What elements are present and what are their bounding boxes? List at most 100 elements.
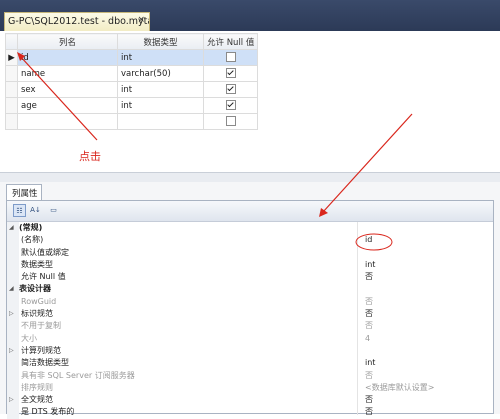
allow-null-checkbox[interactable]	[225, 116, 236, 127]
allow-null-checkbox[interactable]	[225, 100, 236, 111]
property-gutter	[7, 295, 19, 309]
property-name: 是 DTS 发布的	[21, 407, 75, 417]
property-gutter	[7, 320, 19, 333]
row-selector[interactable]: ▶	[5, 49, 18, 66]
allow-null-checkbox[interactable]	[225, 52, 236, 63]
cell-allow-null[interactable]	[203, 113, 258, 130]
property-row[interactable]: 是 DTS 发布的 否	[7, 406, 493, 419]
cell-data-type[interactable]	[117, 113, 204, 130]
alphabetical-icon[interactable]: A↓	[29, 204, 42, 217]
row-pointer-icon: ▶	[8, 52, 15, 63]
row-selector[interactable]	[5, 113, 18, 130]
property-name: 具有非 SQL Server 订阅服务器	[21, 370, 135, 380]
table-row[interactable]: name varchar(50)	[5, 65, 258, 82]
cell-allow-null[interactable]	[203, 49, 258, 66]
collapse-icon[interactable]: ◢	[9, 283, 14, 295]
property-value[interactable]: 否	[365, 394, 373, 406]
property-value[interactable]: 否	[365, 271, 373, 283]
property-name: RowGuid	[21, 296, 57, 306]
column-header-type: 数据类型	[117, 33, 204, 50]
cell-column-name[interactable]: id	[17, 49, 118, 66]
expand-icon[interactable]: ▷	[9, 345, 14, 357]
property-row[interactable]: ▷ 计算列规范	[7, 344, 493, 358]
property-value[interactable]: id	[365, 234, 372, 246]
categorized-icon[interactable]: ☷	[13, 204, 26, 217]
row-selector[interactable]	[5, 65, 18, 82]
columns-grid: 列名 数据类型 允许 Null 值 ▶ id int name varchar(…	[5, 33, 258, 130]
property-category[interactable]: ◢ 表设计器	[7, 283, 493, 296]
cell-column-name[interactable]	[17, 113, 118, 130]
property-name: 排序规则	[21, 382, 53, 392]
cell-allow-null[interactable]	[203, 65, 258, 82]
table-row[interactable]: sex int	[5, 81, 258, 98]
property-row[interactable]: 大小 4	[7, 332, 493, 345]
table-row[interactable]: ▶ id int	[5, 49, 258, 66]
property-row[interactable]: ▷ 全文规范 否	[7, 394, 493, 407]
property-row[interactable]: 允许 Null 值 否	[7, 271, 493, 284]
property-gutter	[7, 381, 19, 395]
annotation-click-label: 点击	[79, 150, 101, 163]
cell-allow-null[interactable]	[203, 81, 258, 98]
property-row[interactable]: 排序规则 <数据库默认设置>	[7, 381, 493, 395]
property-gutter	[7, 357, 19, 370]
property-value[interactable]: <数据库默认设置>	[365, 382, 434, 394]
cell-column-name[interactable]: sex	[17, 81, 118, 98]
property-row[interactable]: 具有非 SQL Server 订阅服务器 否	[7, 369, 493, 382]
column-header-allow-null: 允许 Null 值	[203, 33, 258, 50]
grid-header-row: 列名 数据类型 允许 Null 值	[5, 33, 258, 50]
column-header-name: 列名	[17, 33, 118, 50]
cell-data-type[interactable]: varchar(50)	[117, 65, 204, 82]
property-name: 标识规范	[21, 309, 53, 319]
table-row[interactable]: age int	[5, 97, 258, 114]
collapse-icon[interactable]: ◢	[9, 222, 14, 234]
cell-allow-null[interactable]	[203, 97, 258, 114]
property-gutter	[7, 369, 19, 382]
property-name: 计算列规范	[21, 345, 61, 355]
table-designer: 列名 数据类型 允许 Null 值 ▶ id int name varchar(…	[0, 31, 500, 172]
property-pages-icon[interactable]: ▭	[47, 204, 60, 217]
property-value[interactable]: 否	[365, 406, 373, 418]
property-gutter	[7, 234, 19, 247]
property-row[interactable]: RowGuid 否	[7, 295, 493, 309]
property-row[interactable]: 不用于复制 否	[7, 320, 493, 333]
property-row[interactable]: ▷ 标识规范 否	[7, 308, 493, 321]
row-selector[interactable]	[5, 81, 18, 98]
allow-null-checkbox[interactable]	[225, 84, 236, 95]
grid-corner	[5, 33, 18, 50]
property-row[interactable]: 数据类型 int	[7, 258, 493, 272]
properties-toolbar: ☷ A↓ ▭	[7, 201, 493, 222]
cell-column-name[interactable]: name	[17, 65, 118, 82]
close-icon[interactable]: ×	[137, 15, 145, 25]
property-gutter	[7, 406, 19, 419]
property-value[interactable]: 否	[365, 296, 373, 308]
tab-column-properties[interactable]: 列属性	[6, 184, 42, 200]
document-tab-strip: G-PC\SQL2012.test - dbo.mytable ×	[0, 0, 500, 31]
property-category[interactable]: ◢ (常规)	[7, 222, 493, 235]
expand-icon[interactable]: ▷	[9, 394, 14, 406]
row-selector[interactable]	[5, 97, 18, 114]
expand-icon[interactable]: ▷	[9, 308, 14, 320]
property-value[interactable]: 否	[365, 370, 373, 382]
cell-data-type[interactable]: int	[117, 49, 204, 66]
property-name: 全文规范	[21, 395, 53, 405]
property-value[interactable]: 否	[365, 308, 373, 320]
property-name: 简洁数据类型	[21, 358, 69, 368]
property-grid: ◢ (常规) (名称) id 默认值或绑定 数据类型 int 允许 Null 值否 ◢ 表设计器 R…	[7, 222, 493, 419]
property-row[interactable]: 默认值或绑定	[7, 246, 493, 259]
property-value[interactable]: 4	[365, 333, 370, 345]
property-gutter	[7, 258, 19, 272]
cell-data-type[interactable]: int	[117, 81, 204, 98]
table-row-new[interactable]	[5, 113, 258, 130]
property-gutter	[7, 332, 19, 345]
property-name: 默认值或绑定	[21, 247, 69, 257]
allow-null-checkbox[interactable]	[225, 68, 236, 79]
property-value[interactable]: int	[365, 357, 375, 369]
cell-column-name[interactable]: age	[17, 97, 118, 114]
cell-data-type[interactable]: int	[117, 97, 204, 114]
property-row[interactable]: 简洁数据类型 int	[7, 357, 493, 370]
property-value[interactable]: 否	[365, 320, 373, 332]
document-tab[interactable]: G-PC\SQL2012.test - dbo.mytable ×	[4, 12, 150, 31]
property-value[interactable]: int	[365, 259, 375, 271]
property-row[interactable]: (名称) id	[7, 234, 493, 247]
property-name: 表设计器	[19, 284, 51, 294]
